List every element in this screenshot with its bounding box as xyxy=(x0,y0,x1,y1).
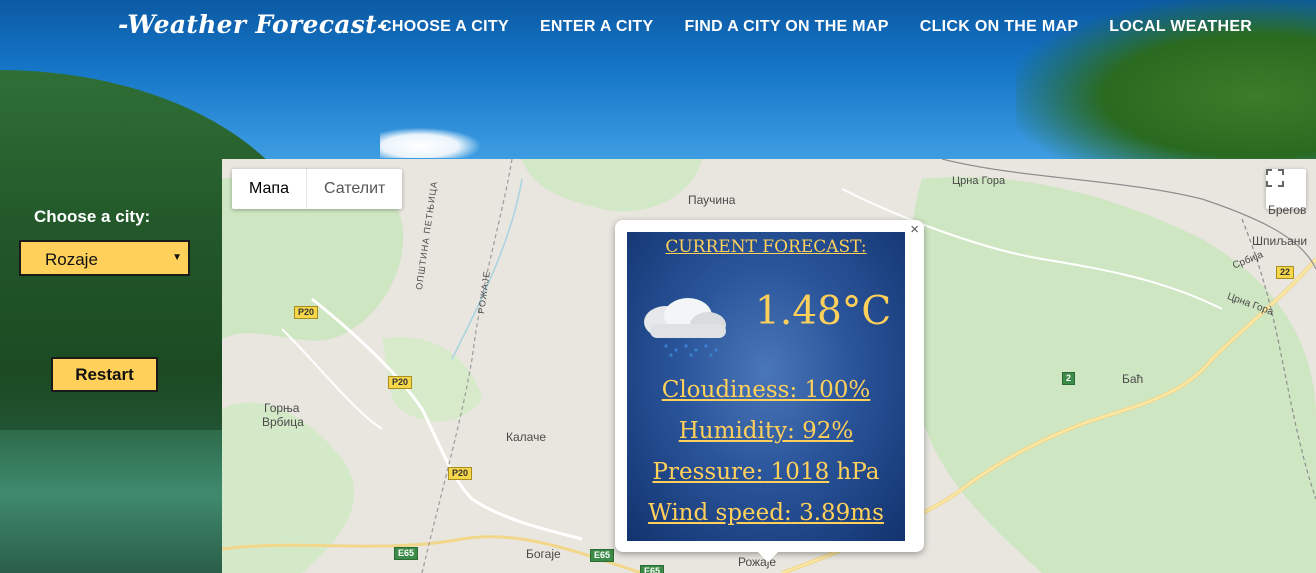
pressure-row: Pressure: 1018 hPa xyxy=(627,459,905,485)
road-shield-2: 2 xyxy=(1062,372,1076,385)
cloudiness-value: 100% xyxy=(804,377,871,403)
road-shield-p20: P20 xyxy=(294,306,319,319)
road-shield-e65: E65 xyxy=(590,549,615,562)
map-label-bac: Баћ xyxy=(1122,372,1144,386)
forecast-title: CURRENT FORECAST: xyxy=(665,237,867,257)
nav-enter-a-city[interactable]: ENTER A CITY xyxy=(540,18,654,36)
fullscreen-icon xyxy=(1266,169,1284,187)
road-shield-22: 22 xyxy=(1276,266,1295,279)
close-icon[interactable]: × xyxy=(910,221,919,238)
restart-button[interactable]: Restart xyxy=(51,357,158,392)
map-label-vrbica: Врбица xyxy=(262,415,304,429)
temperature-value: 1.48°C xyxy=(755,289,892,334)
cloudiness-row: Cloudiness: 100% xyxy=(627,377,905,403)
nav-find-city-on-map[interactable]: FIND A CITY ON THE MAP xyxy=(684,18,888,36)
cloudiness-label: Cloudiness: xyxy=(661,377,798,403)
wind-row: Wind speed: 3.89ms xyxy=(627,500,905,526)
map-label-bogaje: Богаје xyxy=(526,547,561,561)
map-label-pauchina: Паучина xyxy=(688,193,736,207)
map-type-satellite-button[interactable]: Сателит xyxy=(307,169,402,209)
map-type-control: Мапа Сателит xyxy=(232,169,403,209)
rain-cloud-icon xyxy=(644,298,726,357)
main-nav: CHOOSE A CITY ENTER A CITY FIND A CITY O… xyxy=(380,18,1252,36)
info-window: × CURRENT FORECAST: 1.48°C Cloudiness: 1… xyxy=(615,220,924,562)
nav-local-weather[interactable]: LOCAL WEATHER xyxy=(1109,18,1252,36)
nav-click-on-map[interactable]: CLICK ON THE MAP xyxy=(920,18,1079,36)
dropdown-arrow-icon: ▼ xyxy=(172,252,182,263)
map-label-kalache: Калаче xyxy=(506,430,547,444)
map-type-map-button[interactable]: Мапа xyxy=(232,169,307,209)
map-label-gornja: Горња xyxy=(264,401,300,415)
road-shield-p20: P20 xyxy=(388,376,413,389)
humidity-label: Humidity: xyxy=(678,418,795,444)
city-select-value: Rozaje xyxy=(45,250,98,269)
road-shield-e65: E65 xyxy=(640,565,665,573)
choose-city-label: Choose a city: xyxy=(34,207,151,226)
humidity-row: Humidity: 92% xyxy=(627,418,905,444)
map-label-shpiljani: Шпиљани xyxy=(1252,234,1308,248)
pressure-unit: hPa xyxy=(836,459,880,485)
lake-background xyxy=(0,430,222,573)
cloud-decoration xyxy=(380,128,480,158)
map-label-crna-gora-top: Црна Гора xyxy=(952,175,1006,187)
road-shield-e65: E65 xyxy=(394,547,419,560)
pressure-value: 1018 xyxy=(770,459,830,485)
wind-value: 3.89ms xyxy=(799,500,884,526)
top-navigation: -Weather Forecast- CHOOSE A CITY ENTER A… xyxy=(0,0,1316,56)
site-logo[interactable]: -Weather Forecast- xyxy=(118,10,388,39)
road-shield-p20: P20 xyxy=(448,467,473,480)
nav-choose-a-city[interactable]: CHOOSE A CITY xyxy=(380,18,509,36)
map-label-bregovi: Брегов xyxy=(1268,203,1307,217)
humidity-value: 92% xyxy=(802,418,854,444)
city-select[interactable]: Rozaje ▼ xyxy=(19,240,190,276)
wind-label: Wind speed: xyxy=(648,500,792,526)
forecast-card: CURRENT FORECAST: 1.48°C Cloudiness: 100… xyxy=(627,232,905,541)
pressure-label: Pressure: xyxy=(652,459,764,485)
